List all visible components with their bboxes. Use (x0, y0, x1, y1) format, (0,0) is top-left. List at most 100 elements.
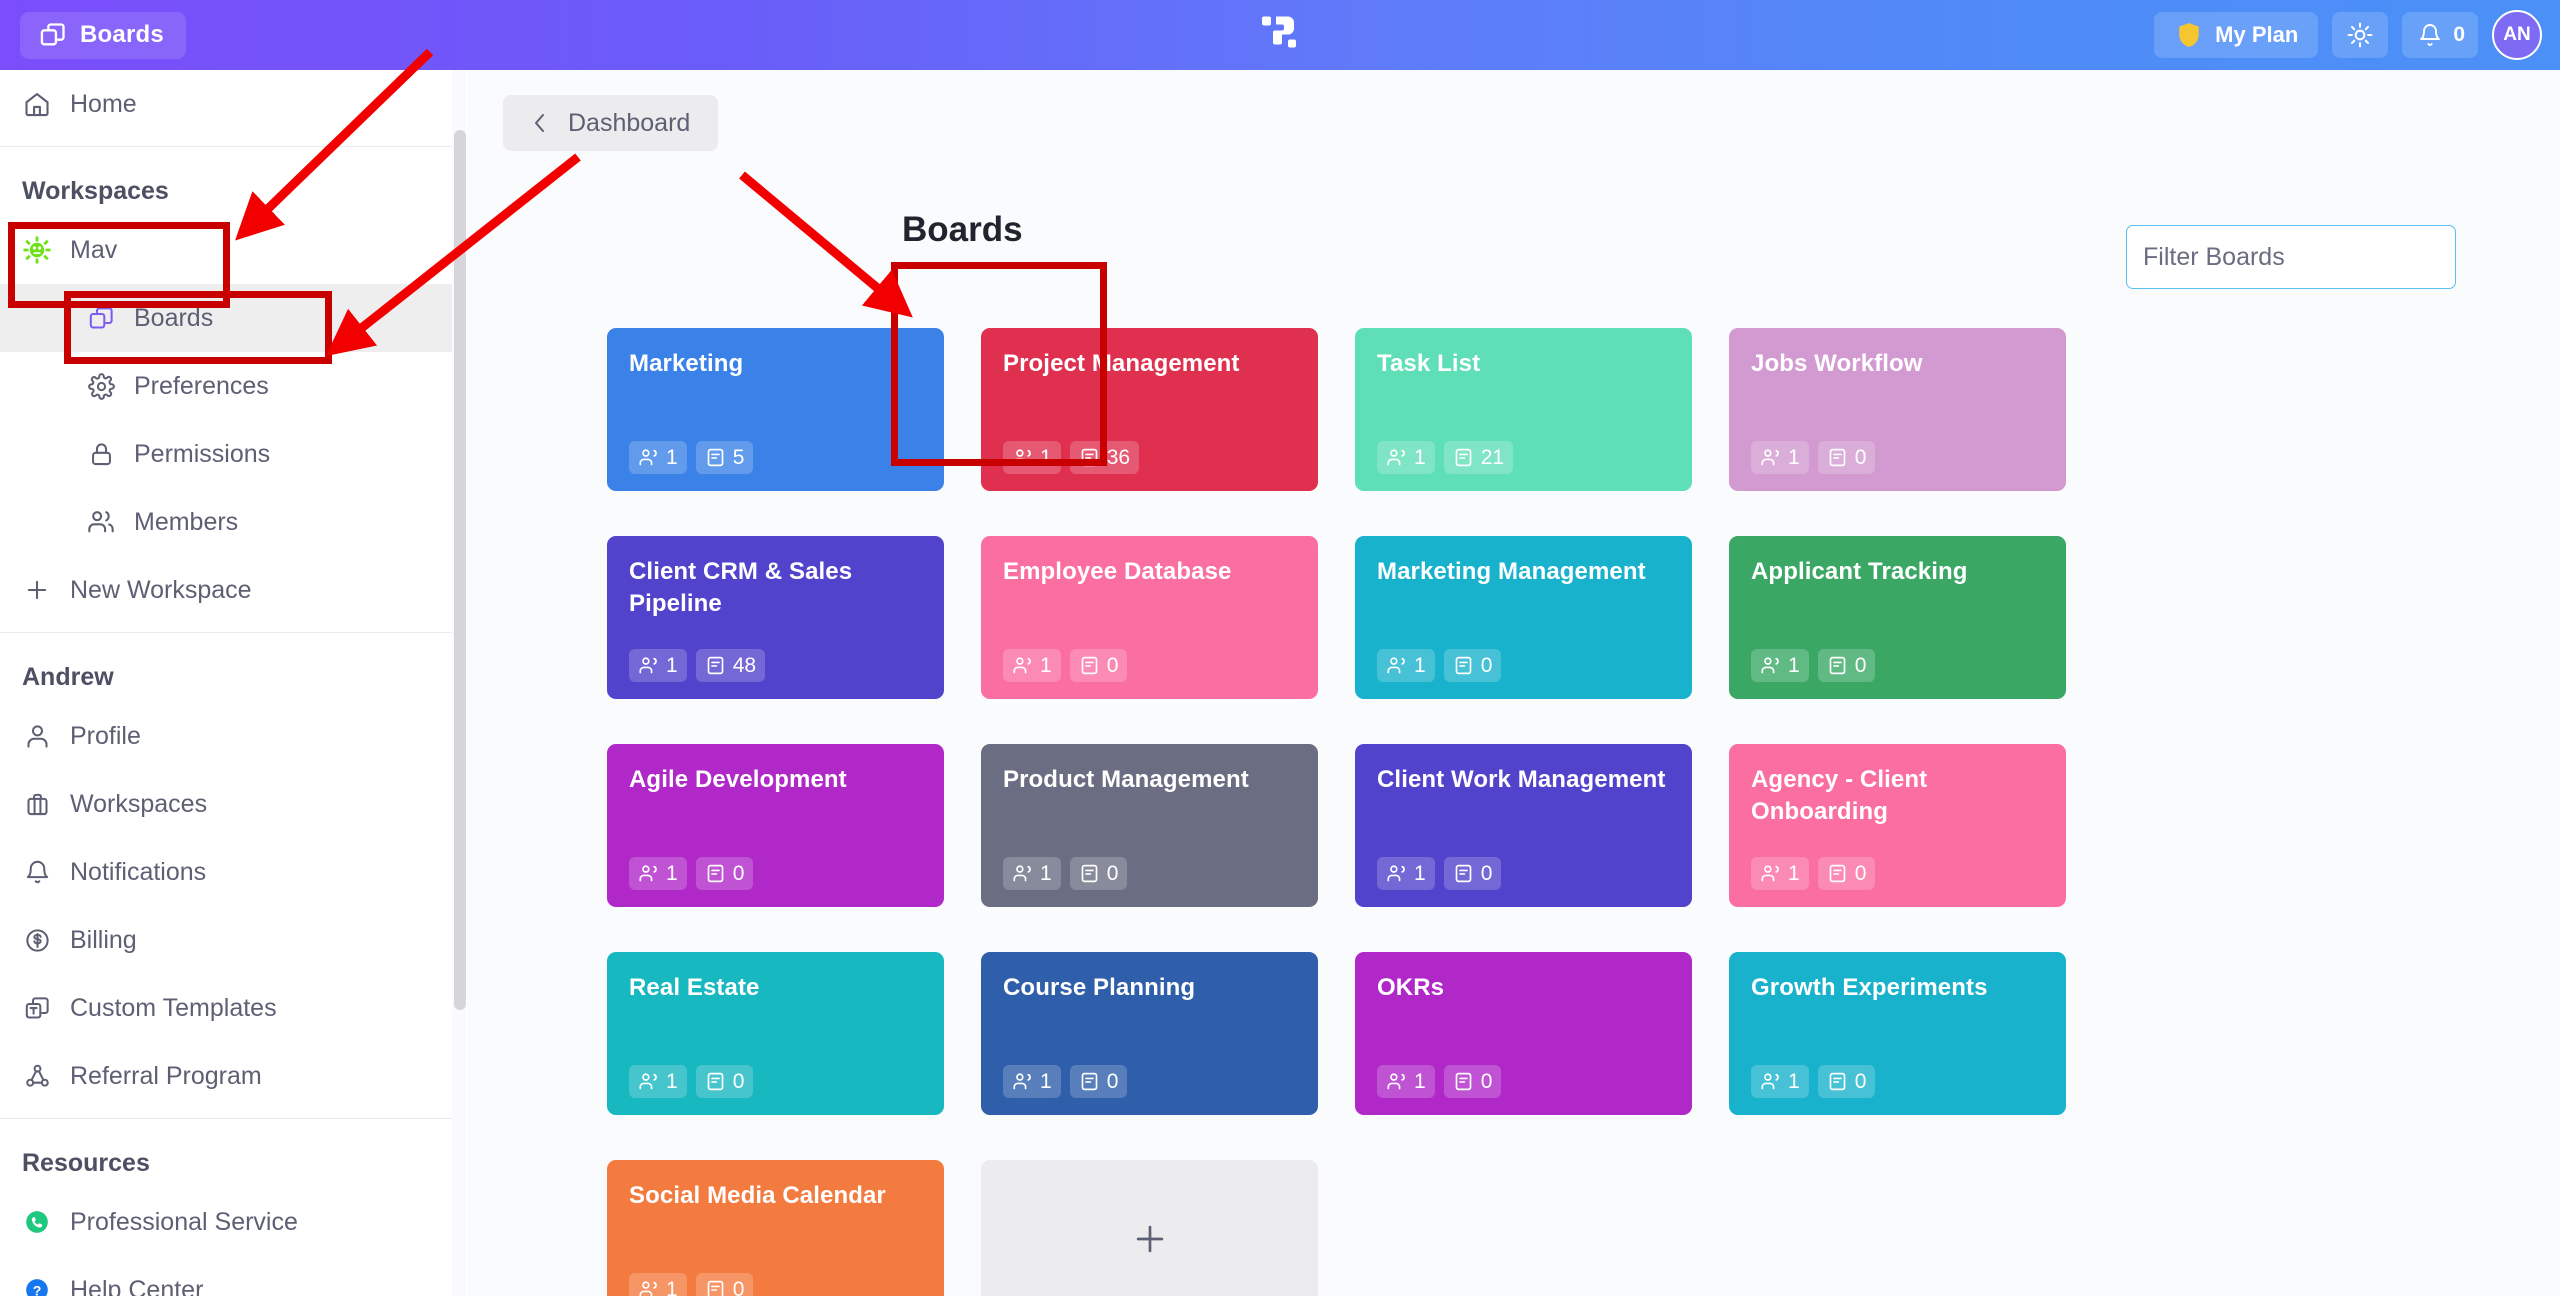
board-members-chip: 1 (629, 857, 687, 890)
board-items-count: 21 (1480, 445, 1505, 469)
list-icon (1453, 1071, 1474, 1092)
sidebar-item-members[interactable]: Members (0, 488, 461, 556)
board-members-chip: 1 (1377, 649, 1435, 682)
board-card[interactable]: Applicant Tracking 1 0 (1729, 536, 2066, 699)
board-card[interactable]: Social Media Calendar 1 0 (607, 1160, 944, 1296)
board-card[interactable]: Client Work Management 1 0 (1355, 744, 1692, 907)
board-card-meta: 10 (1377, 649, 1502, 682)
board-card[interactable]: Marketing Management 1 0 (1355, 536, 1692, 699)
board-members-chip: 1 (1003, 1065, 1061, 1098)
avatar[interactable]: AN (2492, 10, 2542, 60)
board-members-chip: 1 (1751, 1065, 1809, 1098)
board-card-title: Task List (1377, 350, 1481, 377)
board-card[interactable]: Task List 1 21 (1355, 328, 1692, 491)
sidebar-item-permissions[interactable]: Permissions (0, 420, 461, 488)
board-items-count: 0 (1106, 861, 1119, 885)
board-card[interactable]: Client CRM & Sales Pipeline 1 48 (607, 536, 944, 699)
board-card[interactable]: OKRs 1 0 (1355, 952, 1692, 1115)
board-card-title: Employee Database (1003, 558, 1232, 585)
brand-label: Boards (80, 21, 164, 48)
sidebar-scrollbar-thumb[interactable] (454, 130, 466, 1010)
board-card-meta: 10 (1751, 1065, 1876, 1098)
theme-toggle-button[interactable] (2332, 12, 2389, 58)
board-members-chip: 1 (1377, 857, 1435, 890)
sidebar-item-preferences-label: Preferences (134, 371, 269, 400)
board-items-count: 48 (732, 653, 757, 677)
board-card[interactable]: Employee Database 1 0 (981, 536, 1318, 699)
board-card[interactable]: Project Management 1 36 (981, 328, 1318, 491)
boards-grid: Marketing 1 5 Project Management 1 36 Task Lis… (607, 328, 2137, 1296)
bell-icon (22, 857, 52, 887)
list-icon (1453, 447, 1474, 468)
filter-boards-input[interactable] (2126, 225, 2456, 289)
board-card[interactable]: Jobs Workflow 1 0 (1729, 328, 2066, 491)
board-items-count: 0 (1854, 861, 1867, 885)
sidebar-item-billing[interactable]: Billing (0, 906, 461, 974)
sidebar-item-custom-templates[interactable]: Custom Templates (0, 974, 461, 1042)
members-icon (638, 447, 659, 468)
board-card[interactable]: Growth Experiments 1 0 (1729, 952, 2066, 1115)
board-card-title: Agile Development (629, 766, 847, 793)
board-members-count: 1 (1788, 861, 1800, 885)
sidebar-divider-2 (0, 632, 461, 633)
board-items-count: 5 (732, 445, 745, 469)
add-board-button[interactable] (981, 1160, 1318, 1296)
plus-icon (22, 575, 52, 605)
board-card-title: Client CRM & Sales Pipeline (629, 558, 853, 617)
board-items-chip: 0 (1817, 441, 1876, 474)
board-items-chip: 0 (1443, 1065, 1502, 1098)
board-items-count: 0 (1106, 653, 1119, 677)
sidebar-item-notifications[interactable]: Notifications (0, 838, 461, 906)
back-to-dashboard-button[interactable]: Dashboard (503, 95, 719, 151)
sidebar-item-profile[interactable]: Profile (0, 702, 461, 770)
sidebar-item-notifications-label: Notifications (70, 857, 207, 886)
sidebar-item-new-workspace[interactable]: New Workspace (0, 556, 461, 624)
board-items-chip: 0 (1069, 649, 1128, 682)
briefcase-icon (22, 789, 52, 819)
board-items-count: 36 (1106, 445, 1131, 469)
chevron-left-icon (525, 108, 555, 138)
board-items-chip: 0 (1069, 857, 1128, 890)
board-card[interactable]: Course Planning 1 0 (981, 952, 1318, 1115)
sidebar-item-home[interactable]: Home (0, 70, 461, 138)
board-card[interactable]: Marketing 1 5 (607, 328, 944, 491)
board-card-meta: 10 (629, 1065, 754, 1098)
my-plan-button[interactable]: My Plan (2154, 12, 2319, 58)
board-card-meta: 10 (1751, 441, 1876, 474)
app-logo-icon (1258, 11, 1302, 60)
header-actions: My Plan 0 AN (2154, 10, 2542, 60)
members-icon (1386, 863, 1407, 884)
board-members-chip: 1 (629, 1065, 687, 1098)
board-card[interactable]: Real Estate 1 0 (607, 952, 944, 1115)
board-card[interactable]: Product Management 1 0 (981, 744, 1318, 907)
sidebar-item-billing-label: Billing (70, 925, 137, 954)
list-icon (1079, 447, 1100, 468)
board-card-meta: 1 48 (629, 649, 766, 682)
board-items-count: 0 (1480, 653, 1493, 677)
sidebar-divider-1 (0, 146, 461, 147)
board-card[interactable]: Agency - Client Onboarding 1 0 (1729, 744, 2066, 907)
sidebar-item-home-label: Home (70, 89, 137, 118)
board-items-count: 0 (1854, 1069, 1867, 1093)
brand-button[interactable]: Boards (20, 11, 186, 59)
sidebar-item-help-center[interactable]: ? Help Center (0, 1256, 461, 1296)
sidebar-item-workspaces[interactable]: Workspaces (0, 770, 461, 838)
sidebar-section-resources: Resources (22, 1149, 150, 1177)
sidebar-item-boards[interactable]: Boards (0, 284, 461, 352)
sidebar-item-referral-program[interactable]: Referral Program (0, 1042, 461, 1110)
board-card-meta: 10 (629, 1273, 754, 1296)
board-items-chip: 0 (695, 857, 754, 890)
board-card-meta: 10 (1751, 649, 1876, 682)
app-root: Boards My Plan 0 AN Home Workspaces Mav … (0, 0, 2560, 1296)
board-card[interactable]: Agile Development 1 0 (607, 744, 944, 907)
boards-copy-icon (86, 303, 116, 333)
board-card-title: Real Estate (629, 974, 760, 1001)
sidebar-item-boards-label: Boards (134, 303, 214, 332)
board-card-title: Social Media Calendar (629, 1182, 886, 1209)
sidebar-item-preferences[interactable]: Preferences (0, 352, 461, 420)
sidebar-item-professional-service[interactable]: Professional Service (0, 1188, 461, 1256)
notifications-button[interactable]: 0 (2402, 12, 2478, 58)
sidebar-item-workspace-mav[interactable]: Mav (0, 216, 461, 284)
page-title: Boards (902, 210, 1023, 249)
dollar-circle-icon (22, 925, 52, 955)
